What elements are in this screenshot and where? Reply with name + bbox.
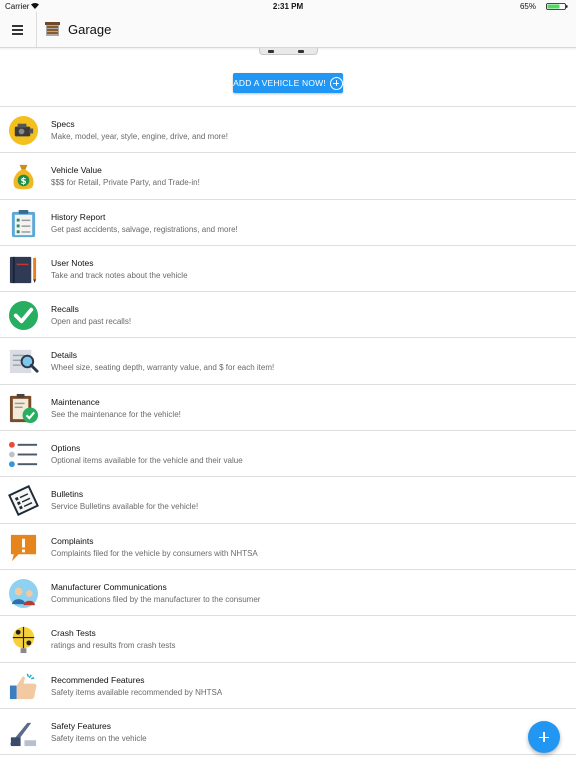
- list-item-recalls[interactable]: Recalls Open and past recalls!: [0, 292, 576, 339]
- item-description: Optional items available for the vehicle…: [51, 456, 243, 466]
- thumbs-up-icon: [9, 673, 37, 699]
- item-description: Get past accidents, salvage, registratio…: [51, 224, 238, 234]
- item-label: History Report: [51, 211, 106, 222]
- item-description: See the maintenance for the vehicle!: [51, 409, 181, 419]
- list-item-bulletins[interactable]: Bulletins Service Bulletins available fo…: [0, 477, 576, 524]
- list-item-details[interactable]: Details Wheel size, seating depth, warra…: [0, 338, 576, 385]
- item-description: Open and past recalls!: [51, 317, 132, 327]
- engine-icon: [8, 115, 39, 146]
- vehicle-hero: ADD A VEHICLE NOW!: [0, 48, 576, 107]
- item-description: $$$ for Retail, Private Party, and Trade…: [51, 178, 200, 188]
- item-label: Options: [51, 443, 81, 454]
- list-item-vehicle-value[interactable]: $ Vehicle Value $$$ for Retail, Private …: [0, 153, 576, 200]
- notebook-icon: [9, 256, 37, 283]
- item-description: Safety items on the vehicle: [51, 733, 147, 743]
- battery-icon: [546, 3, 568, 10]
- list-item-recommended-features[interactable]: Recommended Features Safety items availa…: [0, 663, 576, 709]
- item-description: Take and track notes about the vehicle: [51, 270, 188, 280]
- list-item-manufacturer-communications[interactable]: Manufacturer Communications Communicatio…: [0, 570, 576, 617]
- item-label: Safety Features: [51, 720, 112, 731]
- item-label: Complaints: [51, 535, 94, 546]
- maintenance-clipboard-icon: [9, 393, 39, 423]
- list-item-safety-features[interactable]: Safety Features Safety items on the vehi…: [0, 709, 576, 756]
- item-description: Service Bulletins available for the vehi…: [51, 502, 199, 512]
- people-communication-icon: [8, 578, 39, 608]
- hamburger-menu-icon[interactable]: [0, 12, 37, 47]
- status-time: 2:31 PM: [272, 2, 304, 11]
- item-description: ratings and results from crash tests: [51, 641, 176, 651]
- item-description: Complaints filed for the vehicle by cons…: [51, 548, 258, 558]
- list-item-user-notes[interactable]: User Notes Take and track notes about th…: [0, 246, 576, 293]
- status-bar: Carrier 2:31 PM 65%: [0, 0, 576, 12]
- item-label: Vehicle Value: [51, 165, 102, 176]
- add-vehicle-label: ADD A VEHICLE NOW!: [233, 78, 326, 88]
- item-label: User Notes: [51, 257, 94, 268]
- app-bar: Garage: [0, 12, 576, 48]
- battery-percent: 65%: [519, 2, 536, 11]
- list-item-complaints[interactable]: Complaints Complaints filed for the vehi…: [0, 524, 576, 570]
- item-description: Communications filed by the manufacturer…: [51, 594, 261, 604]
- garage-icon: [45, 22, 60, 36]
- add-vehicle-button[interactable]: ADD A VEHICLE NOW!: [233, 73, 343, 93]
- money-bag-icon: $: [13, 165, 34, 190]
- svg-text:$: $: [20, 177, 26, 187]
- clipboard-report-icon: [11, 209, 36, 237]
- list-item-maintenance[interactable]: Maintenance See the maintenance for the …: [0, 385, 576, 432]
- item-label: Recommended Features: [51, 674, 145, 685]
- feature-list: Specs Make, model, year, style, engine, …: [0, 107, 576, 756]
- item-label: Crash Tests: [51, 628, 96, 639]
- magnifier-document-icon: [9, 350, 39, 374]
- bulletins-icon: [8, 485, 39, 517]
- item-description: Wheel size, seating depth, warranty valu…: [51, 363, 275, 373]
- page-title: Garage: [68, 22, 112, 37]
- alert-speech-icon: [10, 534, 37, 561]
- options-list-icon: [8, 441, 38, 468]
- seatbelt-icon: [9, 722, 37, 746]
- list-item-specs[interactable]: Specs Make, model, year, style, engine, …: [0, 107, 576, 154]
- list-item-crash-tests[interactable]: Crash Tests ratings and results from cra…: [0, 616, 576, 663]
- item-label: Manufacturer Communications: [51, 581, 167, 592]
- crash-test-dummy-icon: [12, 627, 35, 654]
- item-label: Recalls: [51, 304, 79, 315]
- list-item-history-report[interactable]: History Report Get past accidents, salva…: [0, 200, 576, 246]
- add-circle-icon: [329, 76, 343, 90]
- list-item-options[interactable]: Options Optional items available for the…: [0, 431, 576, 478]
- car-image: [259, 48, 318, 55]
- item-description: Make, model, year, style, engine, drive,…: [51, 132, 228, 141]
- item-description: Safety items available recommended by NH…: [51, 687, 223, 697]
- item-label: Specs: [51, 119, 75, 129]
- item-label: Details: [51, 350, 77, 361]
- item-label: Bulletins: [51, 489, 84, 500]
- checkmark-icon: [8, 301, 39, 331]
- add-fab-button[interactable]: [528, 721, 560, 753]
- item-label: Maintenance: [51, 396, 100, 407]
